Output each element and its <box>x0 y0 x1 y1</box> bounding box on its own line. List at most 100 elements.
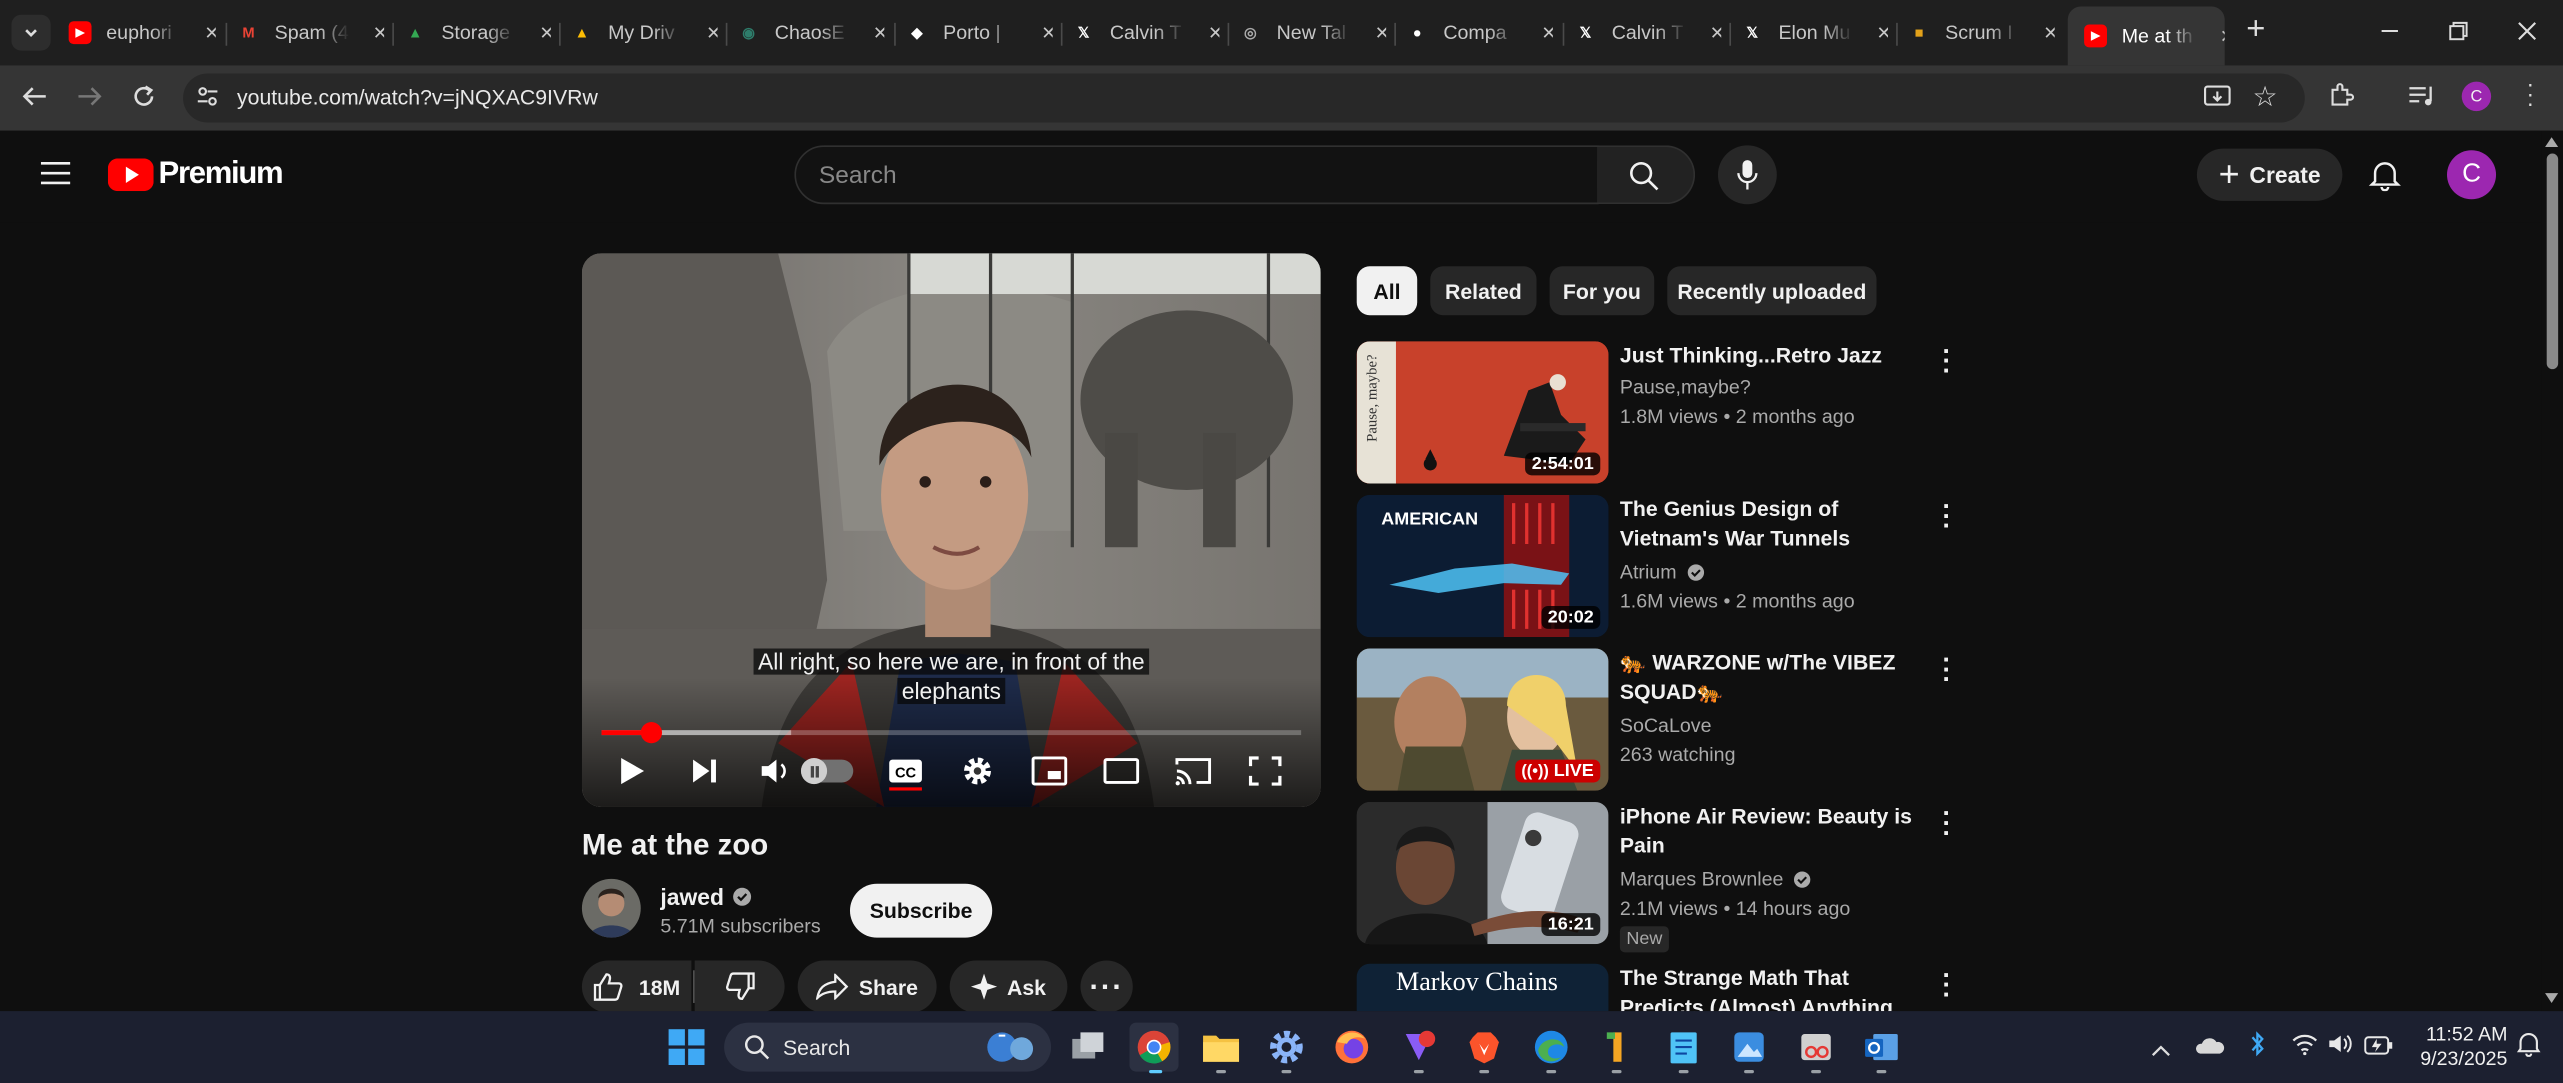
chip-all[interactable]: All <box>1356 266 1418 316</box>
recommendation-channel[interactable]: Pause,maybe? <box>1620 372 1751 401</box>
like-button[interactable]: 18M <box>581 960 692 1013</box>
scrollbar-thumb[interactable] <box>2546 153 2559 370</box>
settings-button[interactable] <box>961 755 994 796</box>
ask-button[interactable]: Ask <box>949 960 1068 1013</box>
tab-close-icon[interactable]: ✕ <box>539 22 550 44</box>
recommendation-thumbnail[interactable]: 16:21 <box>1356 802 1609 945</box>
voice-search-button[interactable] <box>1717 145 1777 205</box>
photos-icon[interactable] <box>1725 1023 1774 1072</box>
notifications-bell-icon[interactable] <box>2368 158 2402 199</box>
browser-tab[interactable]: 𝕏 Elon Mu ✕ <box>1738 13 1888 52</box>
recommendation-title[interactable]: 🐅 WARZONE w/The VIBEZ SQUAD🐅 <box>1620 648 1922 707</box>
reload-button[interactable] <box>131 83 157 117</box>
browser-tab[interactable]: ◎ New Tal ✕ <box>1236 13 1386 52</box>
tab-close-icon[interactable]: ✕ <box>706 22 717 44</box>
channel-name-row[interactable]: jawed <box>660 884 751 910</box>
system-clock[interactable]: 11:52 AM 9/23/2025 <box>2403 1023 2507 1072</box>
menu-icon[interactable] <box>40 160 71 194</box>
channel-name[interactable]: jawed <box>660 884 724 910</box>
snipping-tool-icon[interactable] <box>1792 1023 1841 1072</box>
tab-close-icon[interactable]: ✕ <box>2043 22 2054 44</box>
recommendation-channel[interactable]: SoCaLove <box>1620 711 1712 740</box>
chip-related[interactable]: Related <box>1430 266 1537 316</box>
extensions-icon[interactable] <box>2328 82 2356 118</box>
tab-close-icon[interactable]: ✕ <box>2220 25 2225 47</box>
recommendation-thumbnail[interactable]: AMERICAN 20:02 <box>1356 494 1609 638</box>
search-input[interactable]: Search <box>794 145 1599 205</box>
brave-icon[interactable] <box>1460 1023 1509 1072</box>
bookmark-star-icon[interactable]: ☆ <box>2252 82 2277 115</box>
browser-tab[interactable]: ◆ Porto | ✕ <box>902 13 1052 52</box>
new-tab-button[interactable]: + <box>2239 13 2272 48</box>
outlook-icon[interactable] <box>1857 1023 1906 1072</box>
tab-close-icon[interactable]: ✕ <box>204 22 215 44</box>
tab-close-icon[interactable]: ✕ <box>1041 22 1052 44</box>
scroll-up-arrow[interactable] <box>2545 137 2559 148</box>
account-avatar[interactable]: C <box>2446 150 2497 200</box>
wifi-icon[interactable] <box>2292 1032 2318 1063</box>
subscribe-button[interactable]: Subscribe <box>849 883 993 938</box>
tab-close-icon[interactable]: ✕ <box>1710 22 1721 44</box>
progress-bar[interactable] <box>601 722 1302 744</box>
tab-close-icon[interactable]: ✕ <box>1375 22 1386 44</box>
tab-search-button[interactable] <box>11 14 51 51</box>
recommendation-channel-row[interactable]: Atrium <box>1620 557 1704 586</box>
more-actions-button[interactable]: ··· <box>1080 960 1133 1013</box>
dislike-button[interactable] <box>694 960 785 1013</box>
tab-close-icon[interactable]: ✕ <box>1208 22 1219 44</box>
task-view-icon[interactable] <box>1064 1023 1113 1072</box>
mute-button[interactable] <box>758 756 791 794</box>
youtube-logo[interactable]: Premium <box>107 157 284 193</box>
browser-tab[interactable]: ● Compa ✕ <box>1402 13 1553 52</box>
recommendation-title[interactable]: Just Thinking...Retro Jazz <box>1620 341 1922 370</box>
recommendation-menu-icon[interactable]: · · · <box>1939 648 1955 694</box>
speaker-icon[interactable] <box>2328 1032 2354 1063</box>
file-explorer-icon[interactable] <box>1197 1023 1246 1072</box>
subtitles-button[interactable]: CC <box>888 755 924 799</box>
browser-tab[interactable]: ▶ euphori ✕ <box>65 13 216 52</box>
recommendation-channel-row[interactable]: Marques Brownlee <box>1620 864 1811 893</box>
tab-close-icon[interactable]: ✕ <box>1541 22 1552 44</box>
channel-avatar[interactable] <box>581 878 641 938</box>
fullscreen-button[interactable] <box>1248 756 1282 794</box>
browser-tab[interactable]: 𝕏 Calvin T ✕ <box>1571 13 1722 52</box>
install-app-icon[interactable] <box>2203 83 2231 117</box>
chrome-taskbar-icon[interactable] <box>1129 1022 1179 1072</box>
battery-icon[interactable] <box>2364 1034 2393 1063</box>
browser-tab[interactable]: ■ Scrum I ✕ <box>1904 13 2055 52</box>
settings-taskbar-icon[interactable] <box>1262 1023 1311 1072</box>
recommendation-channel[interactable]: Atrium <box>1620 557 1677 586</box>
notepad-icon[interactable] <box>1659 1023 1708 1072</box>
chip-recently-uploaded[interactable]: Recently uploaded <box>1667 266 1877 316</box>
progress-scrubber-handle[interactable] <box>640 722 662 744</box>
play-button[interactable] <box>618 755 647 796</box>
close-window-button[interactable] <box>2516 20 2539 43</box>
search-button[interactable] <box>1597 145 1696 205</box>
recommendation-channel[interactable]: Marques Brownlee <box>1620 864 1784 893</box>
scroll-down-arrow[interactable] <box>2545 993 2559 1003</box>
browser-tab[interactable]: M Spam (4 ✕ <box>234 13 384 52</box>
tab-active[interactable]: ▶ Me at th ✕ <box>2067 6 2225 66</box>
page-scrollbar[interactable] <box>2541 130 2563 1012</box>
autoplay-toggle[interactable] <box>800 757 854 785</box>
video-player[interactable]: All right, so here we are, in front of t… <box>581 253 1321 807</box>
miniplayer-button[interactable] <box>1031 756 1068 794</box>
recommendation-menu-icon[interactable]: · · · <box>1939 963 1955 1009</box>
edge-icon[interactable] <box>1527 1023 1576 1072</box>
browser-tab[interactable]: ◉ ChaosE ✕ <box>734 13 884 52</box>
recommendation-title[interactable]: The Strange Math That Predicts (Almost) … <box>1620 964 1922 1011</box>
tab-close-icon[interactable]: ✕ <box>373 22 384 44</box>
profile-avatar[interactable]: C <box>2461 81 2492 112</box>
tab-close-icon[interactable]: ✕ <box>873 22 884 44</box>
onedrive-icon[interactable] <box>2195 1034 2225 1063</box>
back-button[interactable] <box>20 83 49 117</box>
firefox-icon[interactable] <box>1327 1023 1376 1072</box>
recommendation-thumbnail[interactable]: Pause, maybe? 2:54:01 <box>1356 341 1609 484</box>
recommendation-title[interactable]: iPhone Air Review: Beauty is Pain <box>1620 802 1922 861</box>
url-text[interactable]: youtube.com/watch?v=jNQXAC9IVRw <box>237 85 598 110</box>
bluetooth-icon[interactable] <box>2248 1031 2268 1065</box>
taskbar-search-box[interactable]: Search <box>724 1022 1052 1072</box>
recommendation-menu-icon[interactable]: · · · <box>1939 801 1955 847</box>
notification-bell-icon[interactable] <box>2516 1031 2542 1065</box>
create-button[interactable]: + Create <box>2196 148 2343 201</box>
